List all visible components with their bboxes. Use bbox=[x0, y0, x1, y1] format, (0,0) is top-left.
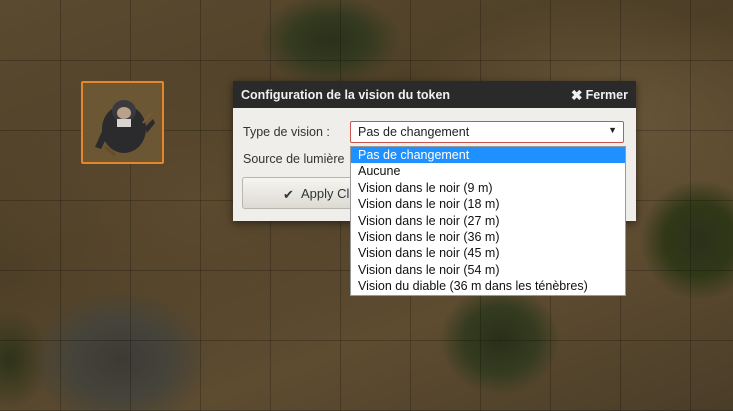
check-icon: ✔ bbox=[283, 187, 294, 202]
close-icon: ✖ bbox=[570, 86, 583, 103]
dropdown-option[interactable]: Vision dans le noir (36 m) bbox=[351, 229, 625, 245]
dropdown-option[interactable]: Vision dans le noir (27 m) bbox=[351, 213, 625, 229]
vision-type-dropdown: Pas de changement Aucune Vision dans le … bbox=[350, 146, 626, 296]
character-token[interactable] bbox=[81, 81, 164, 164]
dropdown-option[interactable]: Vision dans le noir (9 m) bbox=[351, 180, 625, 196]
close-label: Fermer bbox=[585, 87, 628, 102]
dropdown-option[interactable]: Vision dans le noir (54 m) bbox=[351, 262, 625, 278]
vision-type-value: Pas de changement bbox=[358, 125, 470, 139]
character-figure bbox=[95, 100, 155, 157]
dropdown-option[interactable]: Vision dans le noir (45 m) bbox=[351, 245, 625, 261]
dialog-title: Configuration de la vision du token bbox=[241, 87, 451, 102]
vision-type-select[interactable]: Pas de changement ▼ bbox=[350, 121, 624, 143]
close-button[interactable]: ✖ Fermer bbox=[571, 88, 628, 102]
dialog-header: Configuration de la vision du token ✖ Fe… bbox=[233, 81, 636, 108]
dropdown-option[interactable]: Pas de changement bbox=[351, 147, 625, 164]
dropdown-option[interactable]: Vision dans le noir (18 m) bbox=[351, 196, 625, 212]
vision-type-label: Type de vision : bbox=[243, 125, 330, 139]
apply-label: Apply Cl bbox=[301, 185, 350, 201]
light-source-label: Source de lumière bbox=[243, 152, 345, 166]
dropdown-option[interactable]: Aucune bbox=[351, 163, 625, 179]
chevron-down-icon: ▼ bbox=[608, 125, 617, 135]
dropdown-option[interactable]: Vision du diable (36 m dans les ténèbres… bbox=[351, 278, 625, 294]
